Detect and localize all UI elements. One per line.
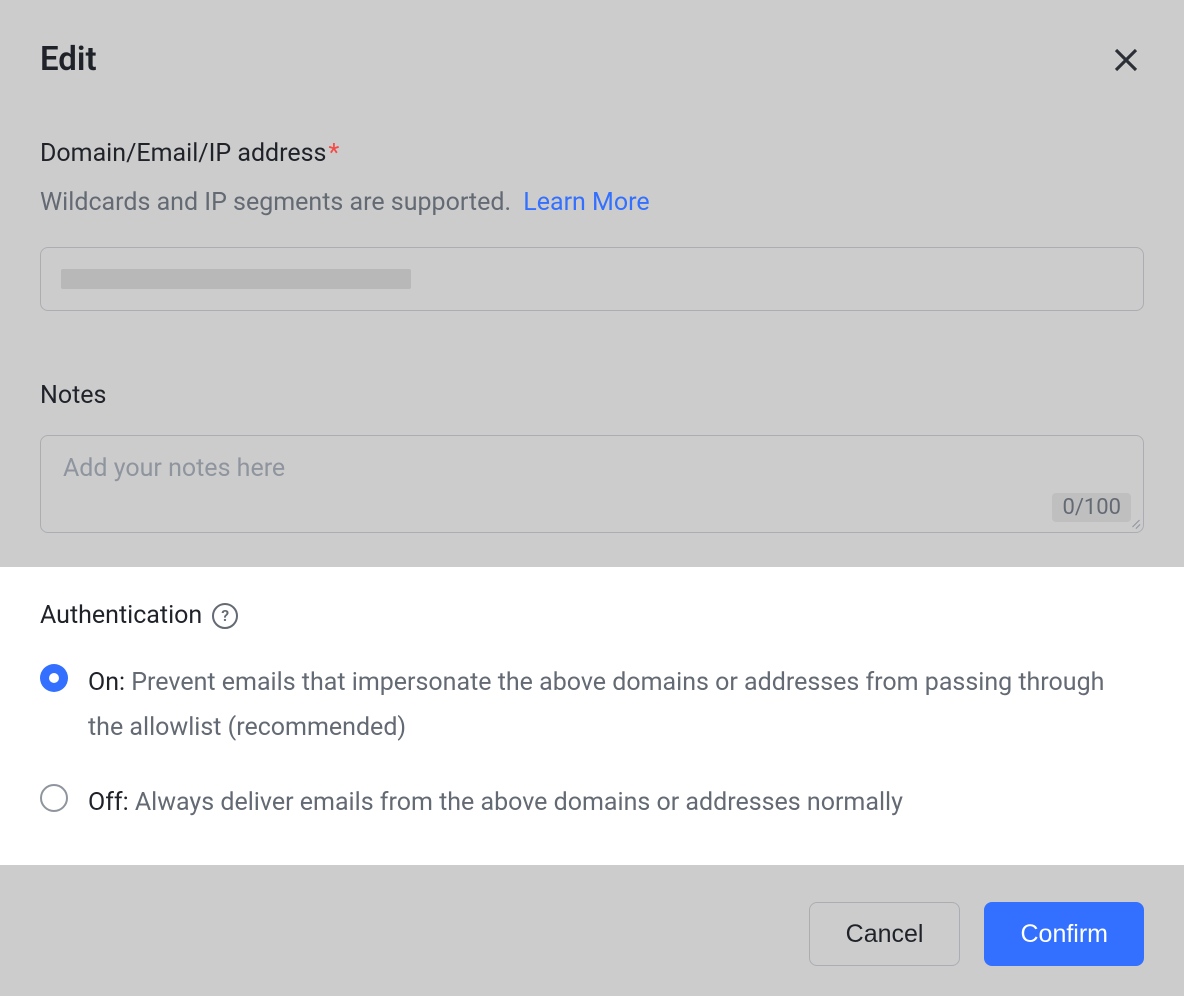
address-input-value-redacted [61, 269, 411, 289]
notes-field: Notes Add your notes here 0/100 [40, 381, 1144, 533]
address-input[interactable] [40, 247, 1144, 311]
notes-placeholder: Add your notes here [63, 454, 285, 483]
auth-option-off[interactable]: Off: Always deliver emails from the abov… [40, 780, 1144, 825]
dialog-title: Edit [40, 40, 97, 79]
address-label: Domain/Email/IP address [40, 139, 326, 168]
dialog-header: Edit [0, 0, 1184, 79]
dialog-footer: Cancel Confirm [809, 902, 1144, 966]
address-field: Domain/Email/IP address* Wildcards and I… [40, 139, 1144, 311]
auth-off-prefix: Off: [88, 788, 129, 817]
radio-off-indicator [40, 784, 68, 812]
auth-on-desc: Prevent emails that impersonate the abov… [88, 668, 1104, 742]
authentication-label: Authentication [40, 601, 202, 630]
resize-handle-icon[interactable] [1126, 515, 1140, 529]
auth-option-off-text: Off: Always deliver emails from the abov… [88, 780, 903, 825]
learn-more-link[interactable]: Learn More [523, 188, 649, 217]
auth-option-on[interactable]: On: Prevent emails that impersonate the … [40, 660, 1144, 750]
edit-dialog: Edit Domain/Email/IP address* Wildcards … [0, 0, 1184, 996]
auth-option-on-text: On: Prevent emails that impersonate the … [88, 660, 1144, 750]
close-icon [1111, 45, 1141, 75]
notes-char-counter: 0/100 [1052, 493, 1131, 522]
form-body: Domain/Email/IP address* Wildcards and I… [0, 139, 1184, 533]
authentication-header: Authentication ? [40, 601, 1144, 630]
radio-on-indicator [40, 664, 68, 692]
authentication-section: Authentication ? On: Prevent emails that… [0, 567, 1184, 865]
auth-on-prefix: On: [88, 668, 125, 697]
cancel-button[interactable]: Cancel [809, 902, 961, 966]
notes-textarea[interactable]: Add your notes here 0/100 [40, 435, 1144, 533]
notes-label: Notes [40, 381, 1144, 410]
close-button[interactable] [1108, 42, 1144, 78]
address-hint: Wildcards and IP segments are supported. [40, 188, 511, 217]
auth-off-desc: Always deliver emails from the above dom… [129, 788, 903, 817]
help-icon[interactable]: ? [212, 603, 238, 629]
required-mark: * [328, 139, 339, 168]
authentication-radio-group: On: Prevent emails that impersonate the … [40, 660, 1144, 825]
confirm-button[interactable]: Confirm [984, 902, 1144, 966]
address-hint-row: Wildcards and IP segments are supported.… [40, 188, 1144, 217]
